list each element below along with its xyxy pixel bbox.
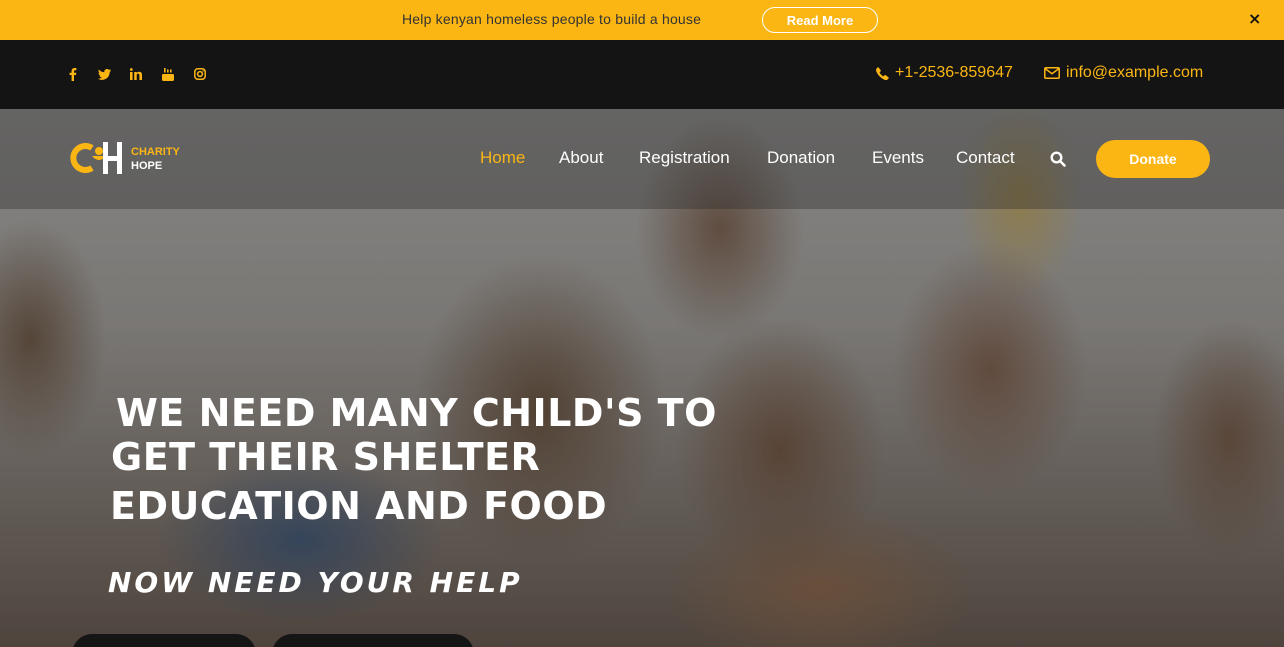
phone-icon [876, 66, 889, 80]
read-more-button[interactable]: Read More [762, 7, 878, 33]
charity-hope-logo-icon [70, 142, 122, 174]
logo-text: CHARITY HOPE [131, 145, 180, 173]
email-contact[interactable]: info@example.com [1044, 64, 1203, 82]
hero-button-primary[interactable] [72, 634, 256, 647]
nav-events[interactable]: Events [872, 148, 924, 168]
announcement-text: Help kenyan homeless people to build a h… [402, 11, 702, 27]
twitter-icon[interactable] [97, 67, 111, 81]
phone-contact[interactable]: +1-2536-859647 [876, 64, 1013, 82]
hero-headline-line-1: WE NEED MANY CHILD'S TO [116, 391, 717, 435]
nav-donation[interactable]: Donation [767, 148, 835, 168]
facebook-icon[interactable] [66, 67, 80, 81]
email-address: info@example.com [1066, 64, 1204, 81]
logo[interactable] [70, 140, 126, 176]
youtube-icon[interactable] [161, 67, 175, 81]
nav-about[interactable]: About [559, 148, 603, 168]
hero-headline-line-2: GET THEIR SHELTER [111, 435, 541, 479]
nav-home[interactable]: Home [480, 148, 525, 168]
instagram-icon[interactable] [193, 67, 207, 81]
donate-button[interactable]: Donate [1096, 140, 1210, 178]
hero-subtitle: NOW NEED YOUR HELP [108, 566, 523, 599]
nav-contact[interactable]: Contact [956, 148, 1015, 168]
close-icon[interactable]: × [1248, 9, 1261, 28]
logo-line-2: HOPE [131, 160, 163, 172]
logo-line-1: CHARITY [131, 146, 180, 158]
search-icon[interactable] [1050, 151, 1066, 167]
announcement-bar: Help kenyan homeless people to build a h… [0, 0, 1284, 40]
nav-registration[interactable]: Registration [639, 148, 730, 168]
hero-button-secondary[interactable] [272, 634, 474, 647]
hero-headline-line-3: EDUCATION AND FOOD [110, 484, 608, 528]
phone-number: +1-2536-859647 [895, 64, 1013, 81]
envelope-icon [1044, 67, 1060, 79]
top-contact-bar: +1-2536-859647 info@example.com [0, 40, 1284, 109]
linkedin-icon[interactable] [129, 67, 143, 81]
